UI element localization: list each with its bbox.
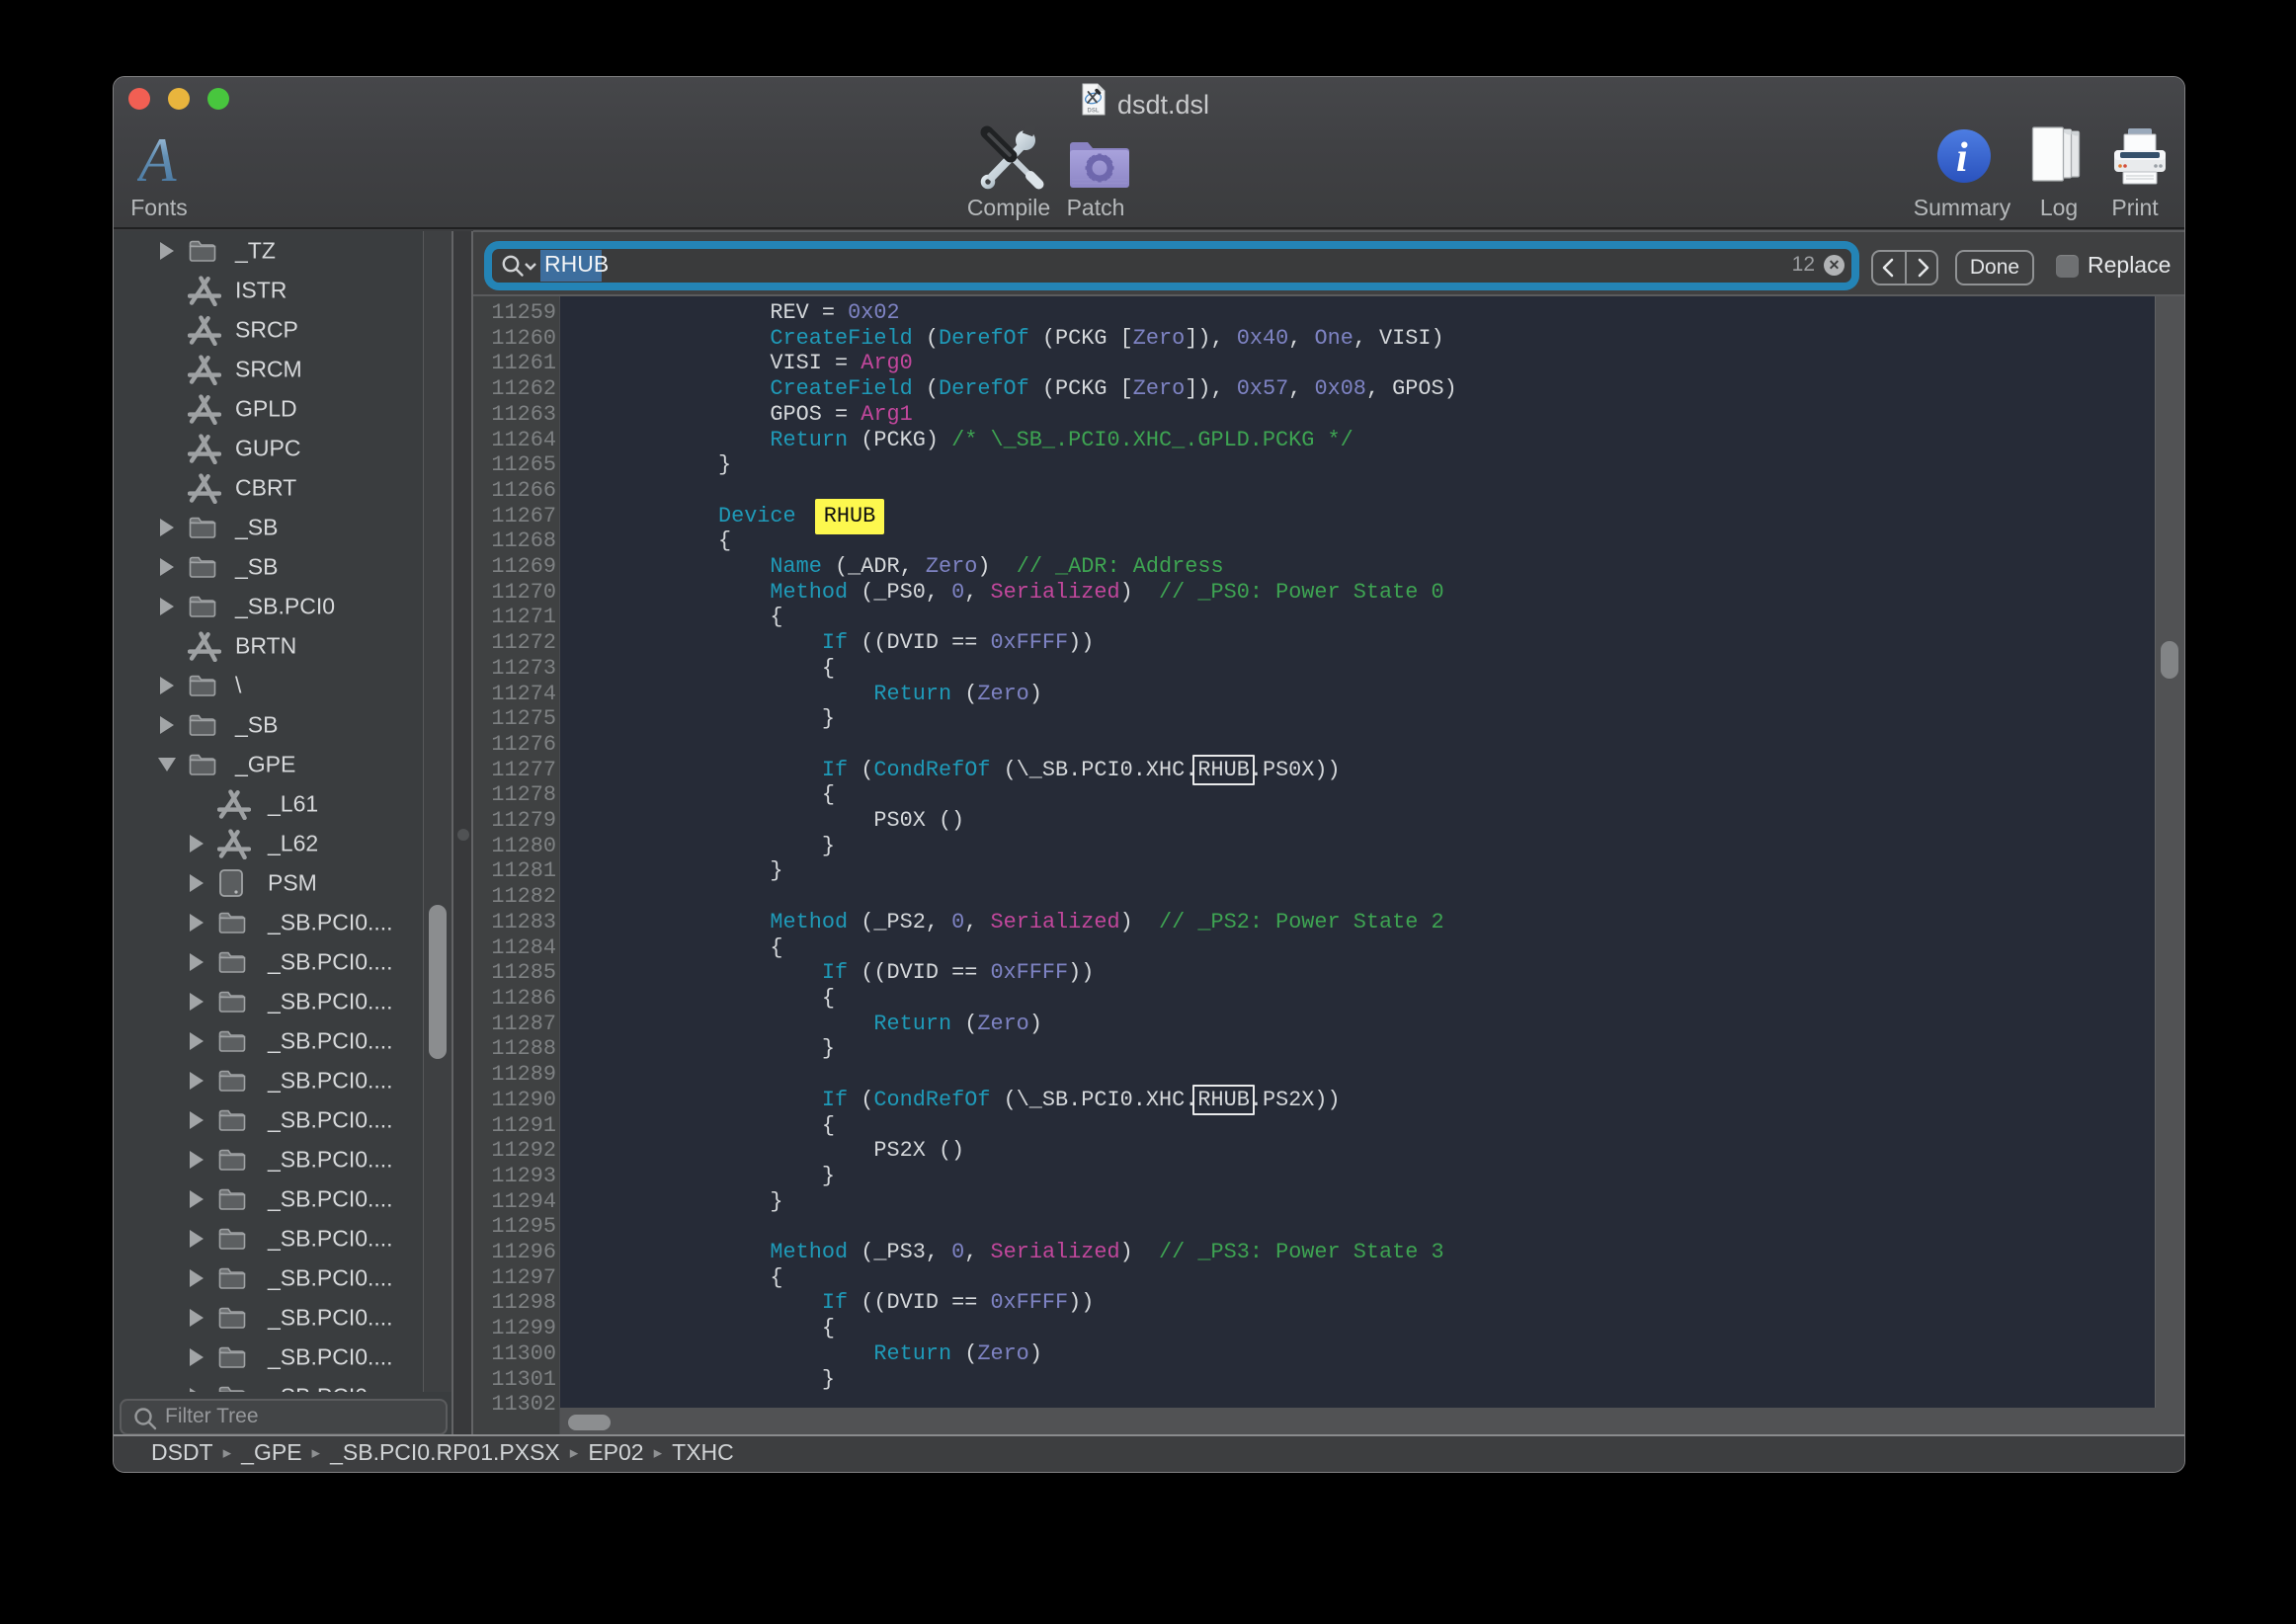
svg-text:DSL: DSL: [1088, 109, 1100, 115]
svg-text:i: i: [1956, 135, 1968, 181]
svg-text:A: A: [137, 132, 177, 192]
